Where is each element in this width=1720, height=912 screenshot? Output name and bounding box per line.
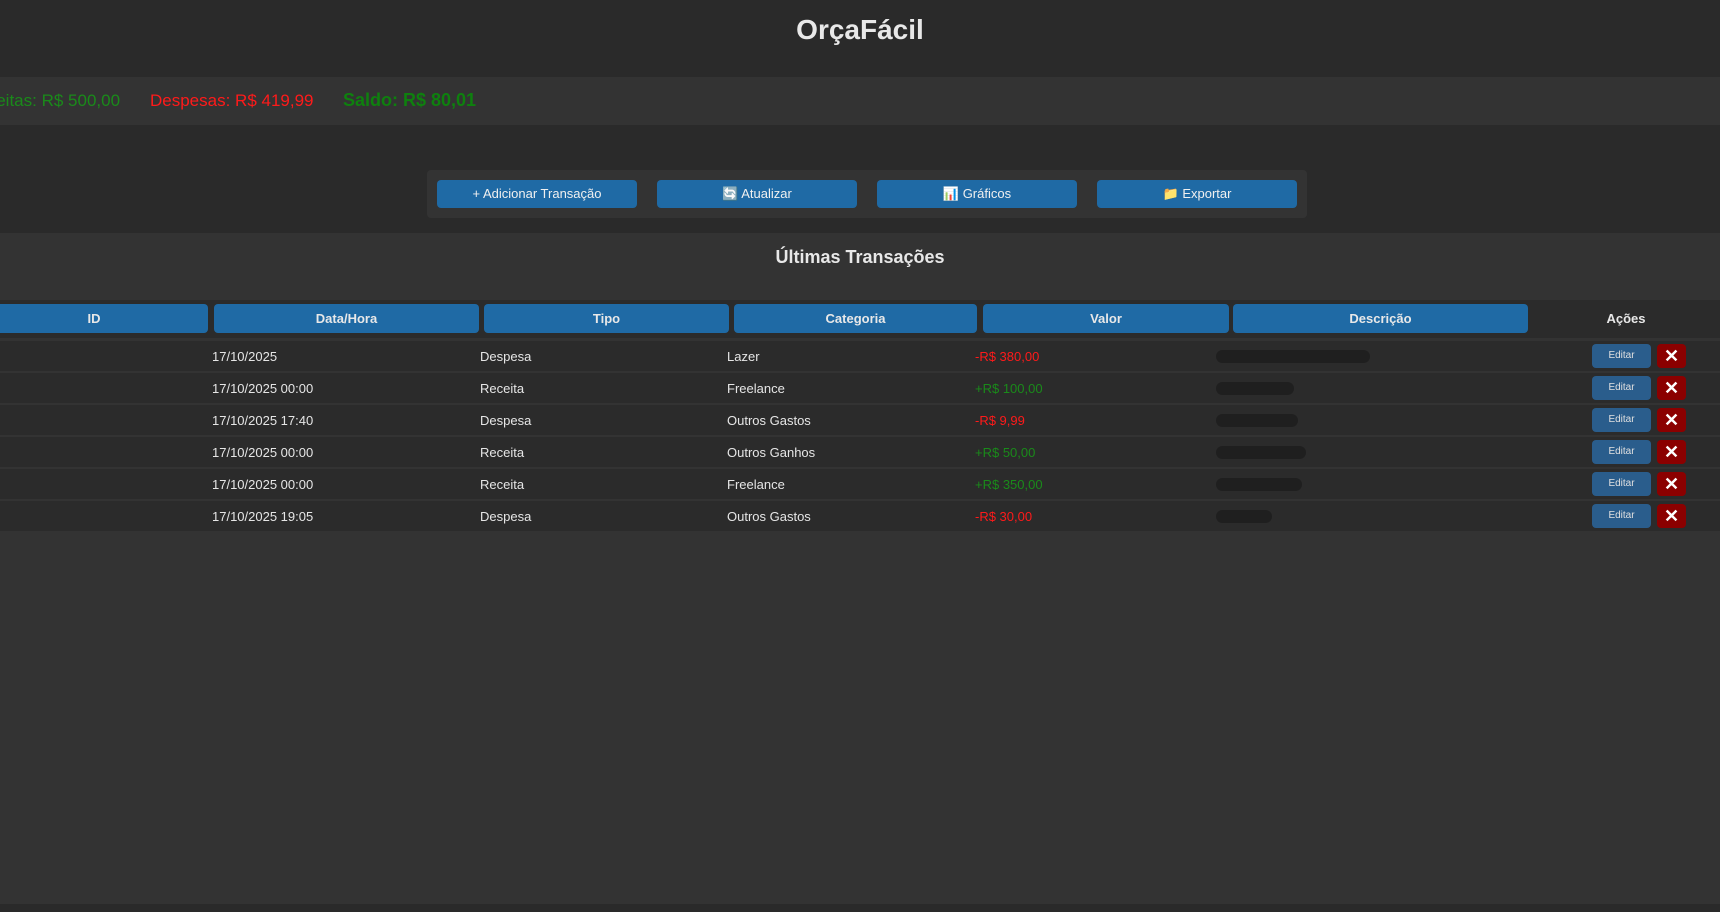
row-type: Receita	[480, 477, 525, 492]
row-type: Despesa	[480, 413, 532, 428]
row-date: 17/10/2025	[212, 349, 278, 364]
toolbar: + Adicionar Transação 🔄 Atualizar 📊 Gráf…	[427, 170, 1307, 218]
transactions-section: Últimas Transações ID Data/Hora Tipo Cat…	[0, 233, 1720, 904]
edit-button[interactable]: Editar	[1592, 440, 1651, 464]
row-date: 17/10/2025 19:05	[212, 509, 314, 524]
row-type: Despesa	[480, 509, 532, 524]
row-type: Despesa	[480, 349, 532, 364]
row-category: Lazer	[727, 349, 760, 364]
column-date[interactable]: Data/Hora	[214, 304, 479, 333]
add-transaction-button[interactable]: + Adicionar Transação	[437, 180, 637, 208]
column-description[interactable]: Descrição	[1233, 304, 1528, 333]
row-date: 17/10/2025 00:00	[212, 381, 314, 396]
expenses-total: Despesas: R$ 419,99	[150, 91, 314, 110]
row-value: -R$ 9,99	[975, 413, 1025, 428]
delete-button[interactable]: ✕	[1657, 376, 1686, 400]
table-row: 17/10/2025 00:00 Receita Freelance +R$ 1…	[0, 373, 1720, 403]
app-header: OrçaFácil	[0, 0, 1720, 77]
edit-button[interactable]: Editar	[1592, 504, 1651, 528]
row-category: Freelance	[727, 477, 785, 492]
delete-button[interactable]: ✕	[1657, 344, 1686, 368]
row-value: -R$ 380,00	[975, 349, 1040, 364]
table-row: 17/10/2025 19:05 Despesa Outros Gastos -…	[0, 501, 1720, 531]
column-category[interactable]: Categoria	[734, 304, 977, 333]
delete-button[interactable]: ✕	[1657, 440, 1686, 464]
delete-button[interactable]: ✕	[1657, 408, 1686, 432]
refresh-button[interactable]: 🔄 Atualizar	[657, 180, 857, 208]
row-value: +R$ 100,00	[975, 381, 1043, 396]
column-value[interactable]: Valor	[983, 304, 1229, 333]
row-date: 17/10/2025 17:40	[212, 413, 314, 428]
export-button[interactable]: 📁 Exportar	[1097, 180, 1297, 208]
app-title: OrçaFácil	[796, 14, 924, 45]
column-type[interactable]: Tipo	[484, 304, 729, 333]
table-header: ID Data/Hora Tipo Categoria Valor Descri…	[0, 300, 1720, 338]
edit-button[interactable]: Editar	[1592, 344, 1651, 368]
income-total: Receitas: R$ 500,00	[0, 91, 121, 110]
row-value: -R$ 30,00	[975, 509, 1033, 524]
row-date: 17/10/2025 00:00	[212, 477, 314, 492]
table-row: 17/10/2025 Despesa Lazer -R$ 380,00 Edit…	[0, 341, 1720, 371]
row-category: Outros Gastos	[727, 509, 811, 524]
column-id[interactable]: ID	[0, 304, 208, 333]
edit-button[interactable]: Editar	[1592, 376, 1651, 400]
redacted-description	[1216, 414, 1298, 427]
table-row: 17/10/2025 00:00 Receita Outros Ganhos +…	[0, 437, 1720, 467]
redacted-description	[1216, 350, 1370, 363]
delete-button[interactable]: ✕	[1657, 472, 1686, 496]
redacted-description	[1216, 382, 1294, 395]
summary-bar: Receitas: R$ 500,00 Despesas: R$ 419,99 …	[0, 77, 1720, 125]
edit-button[interactable]: Editar	[1592, 408, 1651, 432]
charts-button[interactable]: 📊 Gráficos	[877, 180, 1077, 208]
row-category: Outros Ganhos	[727, 445, 816, 460]
row-value: +R$ 350,00	[975, 477, 1043, 492]
edit-button[interactable]: Editar	[1592, 472, 1651, 496]
redacted-description	[1216, 446, 1306, 459]
section-title: Últimas Transações	[775, 247, 945, 267]
delete-button[interactable]: ✕	[1657, 504, 1686, 528]
column-actions: Ações	[1606, 311, 1646, 326]
row-value: +R$ 50,00	[975, 445, 1036, 460]
row-category: Freelance	[727, 381, 785, 396]
row-type: Receita	[480, 381, 525, 396]
row-category: Outros Gastos	[727, 413, 811, 428]
balance-total: Saldo: R$ 80,01	[343, 90, 477, 110]
redacted-description	[1216, 510, 1272, 523]
row-date: 17/10/2025 00:00	[212, 445, 314, 460]
table-row: 17/10/2025 17:40 Despesa Outros Gastos -…	[0, 405, 1720, 435]
row-type: Receita	[480, 445, 525, 460]
redacted-description	[1216, 478, 1302, 491]
table-row: 17/10/2025 00:00 Receita Freelance +R$ 3…	[0, 469, 1720, 499]
